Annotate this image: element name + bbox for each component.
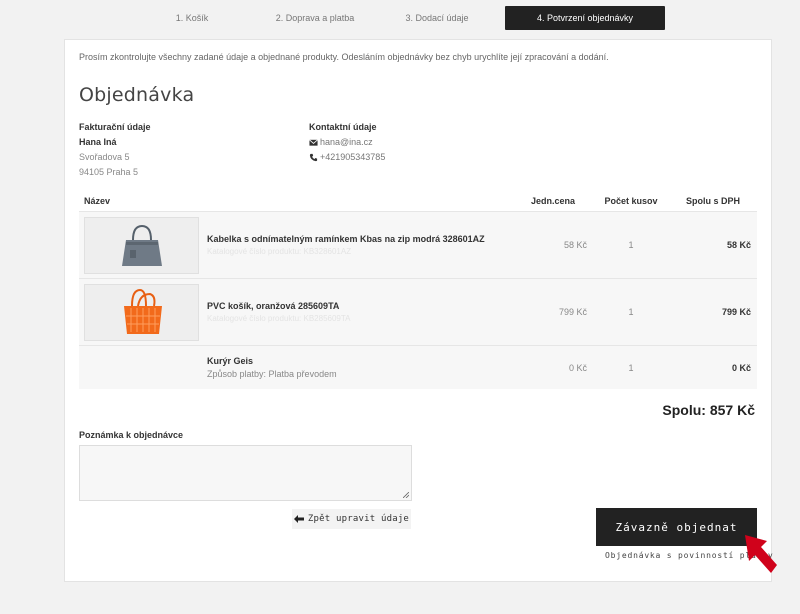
billing-street: Svořadova 5 [79, 152, 130, 162]
unit-price: 799 Kč [558, 307, 587, 317]
table-row: Kabelka s odnímatelným ramínkem Kbas na … [79, 211, 757, 278]
contact-email-row: hana@ina.cz [309, 135, 385, 150]
shipping-name: Kurýr Geis [207, 356, 254, 366]
contact-details: Kontaktní údaje hana@ina.cz +42190534378… [309, 120, 385, 165]
order-table: Název Jedn.cena Počet kusov Spolu s DPH … [79, 190, 757, 389]
step-cart[interactable]: 1. Košík [133, 6, 251, 30]
row-total: 0 Kč [731, 362, 751, 373]
step-shipping-payment[interactable]: 2. Doprava a platba [251, 6, 379, 30]
resize-handle-icon[interactable] [403, 492, 409, 498]
row-total: 799 Kč [721, 307, 751, 317]
product-name[interactable]: PVC košík, oranžová 285609TA [207, 301, 513, 311]
back-edit-label: Zpět upravit údaje [307, 514, 410, 524]
checkout-steps: 1. Košík 2. Doprava a platba 3. Dodací ú… [133, 6, 665, 30]
step-delivery-details[interactable]: 3. Dodací údaje [379, 6, 495, 30]
intro-text: Prosím zkontrolujte všechny zadané údaje… [79, 52, 609, 62]
quantity: 1 [628, 240, 634, 250]
page-title: Objednávka [79, 84, 195, 106]
arrow-left-icon [293, 515, 304, 523]
row-total: 58 Kč [726, 240, 751, 250]
handbag-icon [121, 224, 162, 266]
phone-icon [309, 153, 318, 162]
place-order-button[interactable]: Závazně objednat [596, 508, 757, 546]
product-code: Katalogové číslo produktu: KB285609TA [207, 314, 351, 323]
contact-phone: +421905343785 [320, 152, 386, 162]
step-order-confirmation[interactable]: 4. Potvrzení objednávky [505, 6, 665, 30]
unit-price: 0 Kč [568, 362, 587, 373]
basket-icon [123, 288, 162, 334]
billing-details: Fakturační údaje Hana Iná Svořadova 5 94… [79, 120, 151, 180]
contact-email: hana@ina.cz [320, 137, 373, 147]
table-row: PVC košík, oranžová 285609TA Katalogové … [79, 278, 757, 345]
contact-heading: Kontaktní údaje [309, 122, 377, 132]
quantity: 1 [628, 362, 634, 373]
col-sum: Spolu s DPH [685, 195, 740, 206]
order-card: Prosím zkontrolujte všechny zadané údaje… [64, 39, 773, 582]
unit-price: 58 Kč [563, 240, 587, 250]
payment-method: Způsob platby: Platba převodem [207, 369, 337, 379]
table-row-shipping: Kurýr Geis Způsob platby: Platba převode… [79, 345, 757, 389]
red-pointer-arrow-icon [745, 535, 777, 573]
product-image-handbag[interactable] [84, 216, 199, 274]
order-total: Spolu: 857 Kč [662, 402, 755, 418]
quantity: 1 [628, 307, 634, 317]
col-qty: Počet kusov [604, 195, 658, 206]
note-label: Poznámka k objednávce [79, 430, 184, 440]
note-textarea[interactable] [79, 445, 412, 501]
col-price: Jedn.cena [530, 195, 576, 206]
col-name: Název [84, 195, 111, 206]
product-image-basket[interactable] [84, 283, 199, 341]
table-header: Název Jedn.cena Počet kusov Spolu s DPH [79, 190, 757, 211]
billing-city: 94105 Praha 5 [79, 167, 139, 177]
product-code: Katalogové číslo produktu: KB328601AZ [207, 247, 352, 256]
billing-name: Hana Iná [79, 137, 117, 147]
envelope-icon [309, 139, 318, 146]
contact-phone-row: +421905343785 [309, 150, 385, 165]
product-name[interactable]: Kabelka s odnímatelným ramínkem Kbas na … [207, 234, 513, 244]
back-edit-button[interactable]: Zpět upravit údaje [292, 509, 411, 529]
billing-heading: Fakturační údaje [79, 122, 151, 132]
